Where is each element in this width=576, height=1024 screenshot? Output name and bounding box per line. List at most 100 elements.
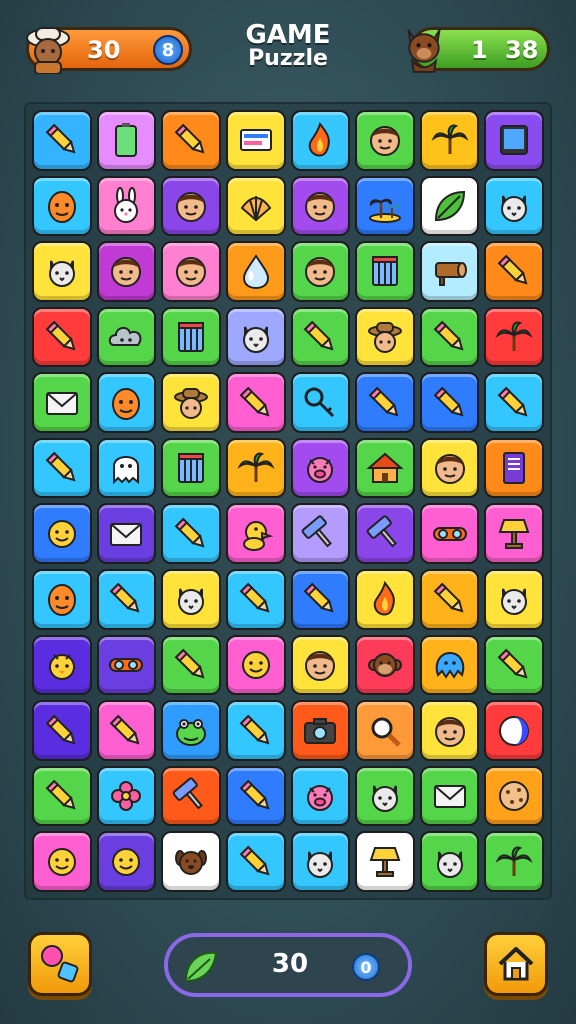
board-tile-r3-c3[interactable] [161, 241, 221, 302]
board-tile-r6-c8[interactable] [484, 437, 544, 499]
board-tile-r12-c7[interactable] [419, 831, 480, 892]
board-tile-r9-c3[interactable] [161, 634, 221, 696]
board-tile-r1-c1[interactable] [32, 110, 92, 171]
board-tile-r1-c7[interactable] [419, 110, 480, 171]
board-tile-r3-c1[interactable] [32, 241, 92, 302]
board-tile-r11-c3[interactable] [161, 765, 221, 827]
board-tile-r11-c8[interactable] [484, 765, 544, 827]
board-tile-r5-c5[interactable] [290, 372, 351, 433]
board-tile-r12-c5[interactable] [290, 831, 351, 892]
board-tile-r11-c7[interactable] [419, 765, 480, 827]
board-tile-r4-c6[interactable] [355, 306, 415, 368]
board-tile-r7-c8[interactable] [484, 503, 544, 565]
board-tile-r6-c6[interactable] [355, 437, 415, 499]
board-tile-r7-c7[interactable] [419, 503, 480, 565]
pencil-icon [497, 648, 528, 679]
board-tile-r1-c4[interactable] [225, 110, 286, 171]
board-tile-r11-c5[interactable] [290, 765, 351, 827]
monkey-icon [367, 652, 402, 677]
board-tile-r8-c5[interactable] [290, 569, 351, 630]
board-tile-r9-c7[interactable] [419, 634, 480, 696]
board-tile-r8-c8[interactable] [484, 569, 544, 630]
board-tile-r10-c8[interactable] [484, 700, 544, 761]
board-tile-r3-c8[interactable] [484, 241, 544, 302]
board-tile-r10-c5[interactable] [290, 700, 351, 761]
board-tile-r6-c2[interactable] [96, 437, 157, 499]
board-tile-r8-c4[interactable] [225, 569, 286, 630]
board-tile-r6-c3[interactable] [161, 437, 221, 499]
board-tile-r7-c1[interactable] [32, 503, 92, 565]
board-tile-r6-c7[interactable] [419, 437, 480, 499]
board-tile-r3-c5[interactable] [290, 241, 351, 302]
board-tile-r6-c1[interactable] [32, 437, 92, 499]
shapes-button[interactable] [28, 932, 92, 996]
board-tile-r4-c2[interactable] [96, 306, 157, 368]
board-tile-r6-c4[interactable] [225, 437, 286, 499]
board-tile-r6-c5[interactable] [290, 437, 351, 499]
board-tile-r10-c4[interactable] [225, 700, 286, 761]
board-tile-r4-c5[interactable] [290, 306, 351, 368]
board-tile-r5-c2[interactable] [96, 372, 157, 433]
board-tile-r11-c6[interactable] [355, 765, 415, 827]
board-tile-r7-c3[interactable] [161, 503, 221, 565]
board-tile-r2-c6[interactable] [355, 175, 415, 237]
board-tile-r12-c1[interactable] [32, 831, 92, 892]
board-tile-r7-c2[interactable] [96, 503, 157, 565]
home-button[interactable] [484, 932, 548, 996]
board-tile-r5-c7[interactable] [419, 372, 480, 433]
board-tile-r3-c4[interactable] [225, 241, 286, 302]
board-tile-r2-c1[interactable] [32, 175, 92, 237]
board-tile-r8-c6[interactable] [355, 569, 415, 630]
board-tile-r12-c2[interactable] [96, 831, 157, 892]
board-tile-r9-c6[interactable] [355, 634, 415, 696]
board-tile-r4-c8[interactable] [484, 306, 544, 368]
board-tile-r12-c4[interactable] [225, 831, 286, 892]
board-tile-r5-c1[interactable] [32, 372, 92, 433]
board-tile-r7-c5[interactable] [290, 503, 351, 565]
board-tile-r10-c3[interactable] [161, 700, 221, 761]
board-tile-r5-c3[interactable] [161, 372, 221, 433]
board-tile-r3-c7[interactable] [419, 241, 480, 302]
board-tile-r9-c5[interactable] [290, 634, 351, 696]
board-tile-r12-c8[interactable] [484, 831, 544, 892]
board-tile-r9-c2[interactable] [96, 634, 157, 696]
board-tile-r12-c3[interactable] [161, 831, 221, 892]
board-tile-r4-c7[interactable] [419, 306, 480, 368]
board-tile-r9-c8[interactable] [484, 634, 544, 696]
board-tile-r10-c7[interactable] [419, 700, 480, 761]
board-tile-r9-c1[interactable] [32, 634, 92, 696]
board-tile-r2-c8[interactable] [484, 175, 544, 237]
board-tile-r1-c6[interactable] [355, 110, 415, 171]
board-tile-r4-c3[interactable] [161, 306, 221, 368]
board-tile-r3-c2[interactable] [96, 241, 157, 302]
board-tile-r5-c4[interactable] [225, 372, 286, 433]
board-tile-r2-c7[interactable] [419, 175, 480, 237]
board-tile-r4-c1[interactable] [32, 306, 92, 368]
board-tile-r10-c1[interactable] [32, 700, 92, 761]
board-tile-r11-c1[interactable] [32, 765, 92, 827]
board-tile-r4-c4[interactable] [225, 306, 286, 368]
board-tile-r8-c3[interactable] [161, 569, 221, 630]
board-tile-r12-c6[interactable] [355, 831, 415, 892]
board-tile-r1-c3[interactable] [161, 110, 221, 171]
board-tile-r2-c3[interactable] [161, 175, 221, 237]
board-tile-r11-c4[interactable] [225, 765, 286, 827]
board-tile-r5-c6[interactable] [355, 372, 415, 433]
board-tile-r8-c1[interactable] [32, 569, 92, 630]
board-tile-r2-c5[interactable] [290, 175, 351, 237]
board-tile-r7-c4[interactable] [225, 503, 286, 565]
board-tile-r2-c4[interactable] [225, 175, 286, 237]
board-tile-r3-c6[interactable] [355, 241, 415, 302]
board-tile-r1-c2[interactable] [96, 110, 157, 171]
board-tile-r11-c2[interactable] [96, 765, 157, 827]
board-tile-r8-c7[interactable] [419, 569, 480, 630]
board-tile-r1-c8[interactable] [484, 110, 544, 171]
board-tile-r7-c6[interactable] [355, 503, 415, 565]
board-tile-r1-c5[interactable] [290, 110, 351, 171]
board-tile-r9-c4[interactable] [225, 634, 286, 696]
board-tile-r8-c2[interactable] [96, 569, 157, 630]
board-tile-r10-c2[interactable] [96, 700, 157, 761]
board-tile-r5-c8[interactable] [484, 372, 544, 433]
board-tile-r10-c6[interactable] [355, 700, 415, 761]
board-tile-r2-c2[interactable] [96, 175, 157, 237]
